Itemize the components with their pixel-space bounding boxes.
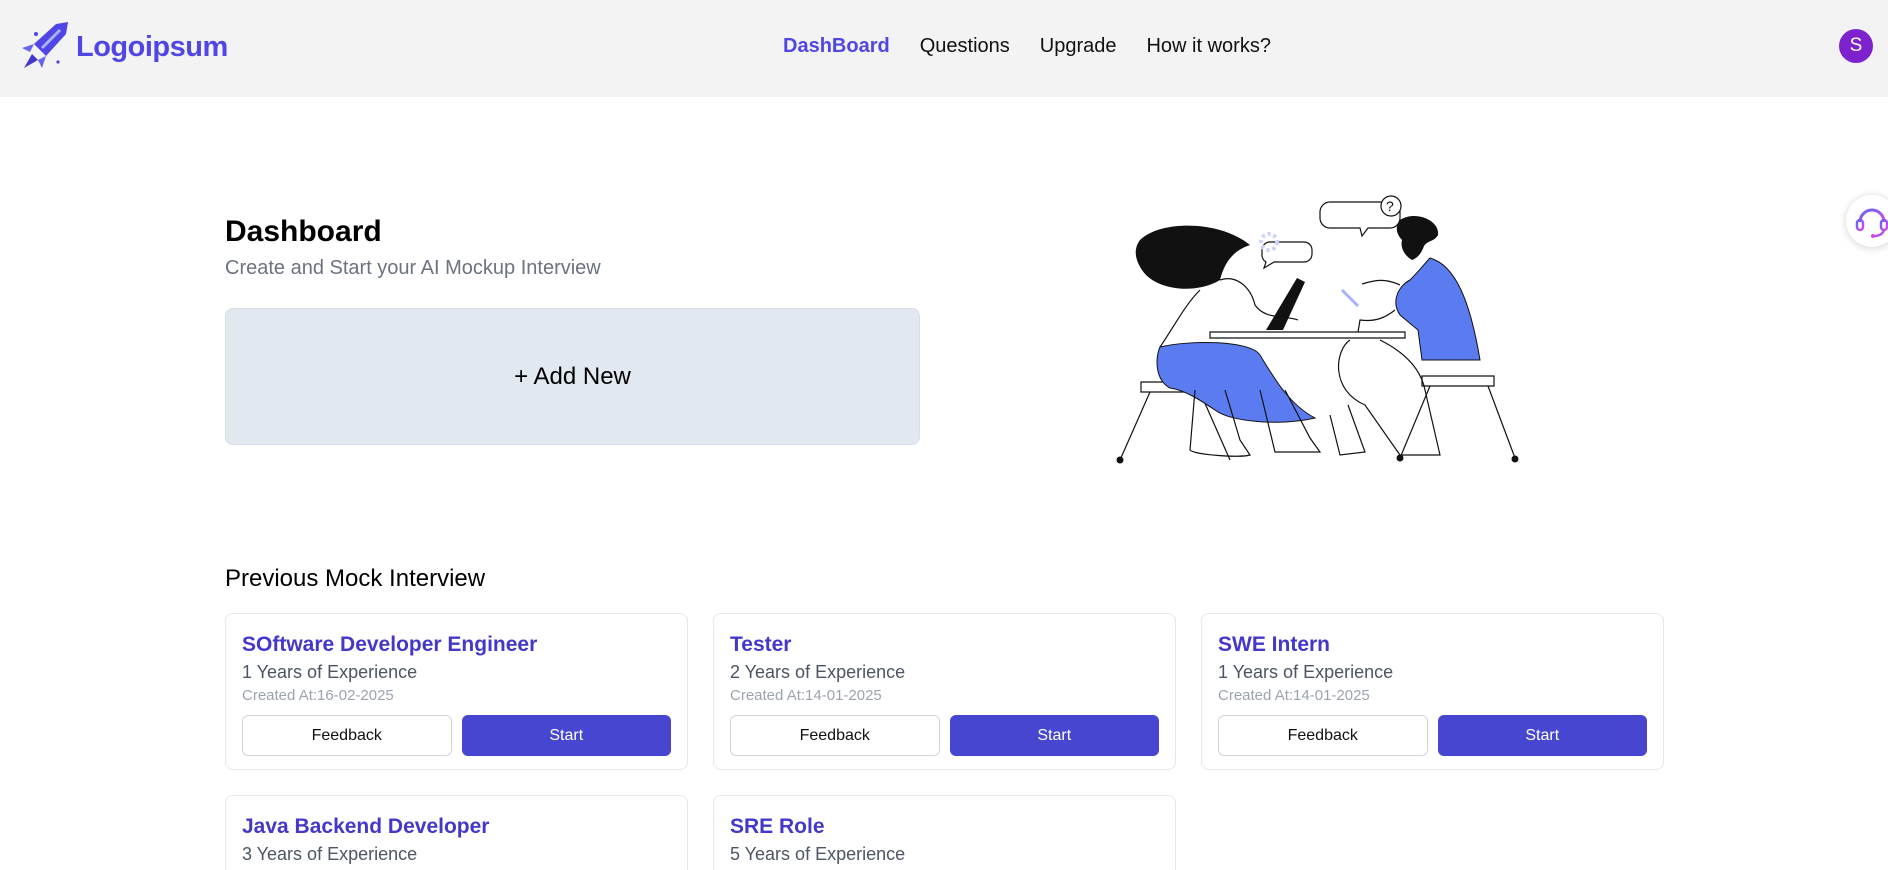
logo[interactable]: Logoipsum: [16, 18, 228, 76]
nav-how-it-works[interactable]: How it works?: [1146, 35, 1270, 58]
page-title: Dashboard: [225, 215, 382, 248]
interview-created-date: Created At:16-02-2025: [242, 687, 394, 704]
user-avatar[interactable]: S: [1839, 29, 1873, 63]
start-button[interactable]: Start: [949, 715, 1159, 756]
brand-name: Logoipsum: [76, 30, 228, 63]
add-new-label: + Add New: [514, 362, 631, 390]
interview-role: SWE Intern: [1218, 633, 1331, 656]
main-nav: DashBoard Questions Upgrade How it works…: [783, 35, 1301, 58]
interview-card: SOftware Developer Engineer 1 Years of E…: [225, 613, 688, 770]
interview-role: SRE Role: [730, 815, 825, 838]
interview-role: Java Backend Developer: [242, 815, 490, 838]
page-subtitle: Create and Start your AI Mockup Intervie…: [225, 257, 601, 279]
nav-questions[interactable]: Questions: [920, 35, 1010, 58]
interview-card: Java Backend Developer 3 Years of Experi…: [225, 795, 688, 870]
headset-support-icon: [1855, 208, 1888, 238]
interview-experience: 2 Years of Experience: [730, 662, 906, 682]
start-button[interactable]: Start: [461, 715, 671, 756]
feedback-button[interactable]: Feedback: [730, 715, 940, 756]
interview-card: Tester 2 Years of Experience Created At:…: [713, 613, 1176, 770]
svg-text:?: ?: [1386, 198, 1394, 214]
add-new-interview-card[interactable]: + Add New: [225, 308, 920, 445]
interview-created-date: Created At:14-01-2025: [730, 687, 882, 704]
feedback-button[interactable]: Feedback: [242, 715, 452, 756]
nav-upgrade[interactable]: Upgrade: [1040, 35, 1117, 58]
support-button[interactable]: [1846, 195, 1888, 247]
interview-experience: 1 Years of Experience: [1218, 662, 1394, 682]
nav-dashboard[interactable]: DashBoard: [783, 35, 890, 58]
interview-experience: 5 Years of Experience: [730, 844, 906, 864]
interview-experience: 1 Years of Experience: [242, 662, 418, 682]
interview-card: SWE Intern 1 Years of Experience Created…: [1201, 613, 1664, 770]
interview-role: SOftware Developer Engineer: [242, 633, 538, 656]
start-button[interactable]: Start: [1437, 715, 1647, 756]
feedback-button[interactable]: Feedback: [1218, 715, 1428, 756]
interview-card: SRE Role 5 Years of Experience: [713, 795, 1176, 870]
interview-created-date: Created At:14-01-2025: [1218, 687, 1370, 704]
interview-role: Tester: [730, 633, 792, 656]
interview-illustration: ?: [1116, 195, 1519, 464]
section-title-previous: Previous Mock Interview: [225, 565, 486, 592]
interview-experience: 3 Years of Experience: [242, 844, 418, 864]
rocket-logo-icon: [22, 22, 68, 68]
top-navbar: Logoipsum DashBoard Questions Upgrade Ho…: [0, 0, 1888, 97]
